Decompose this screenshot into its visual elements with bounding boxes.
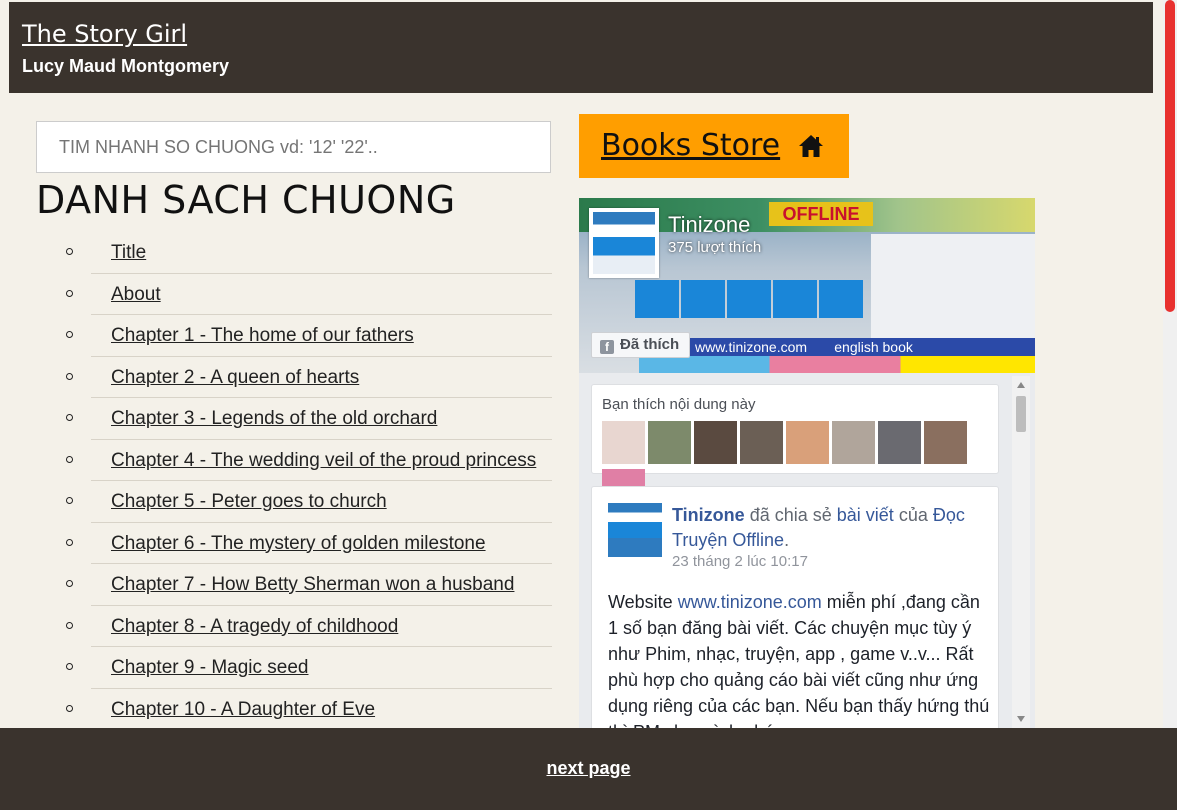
post-author-avatar[interactable] [608,503,662,557]
page-scrollbar[interactable] [1163,0,1177,728]
widget-scrollbar-thumb[interactable] [1016,396,1026,432]
facebook-icon: f [600,340,614,354]
bullet-icon [66,663,73,670]
page-avatar-image [593,212,655,274]
post-body-text: miễn phí ,đang cần 1 số bạn đăng bài viế… [608,592,990,728]
bullet-icon [66,331,73,338]
list-item: Chapter 5 - Peter goes to church [60,481,552,523]
friend-avatar[interactable] [786,421,829,464]
friend-avatar[interactable] [602,421,645,464]
cover-screenshot [871,234,1035,338]
bullet-icon [66,289,73,297]
list-item: Chapter 1 - The home of our fathers [60,315,552,357]
facebook-page-widget: OFFLINE www.tinizone.com english book Ti… [579,198,1035,728]
site-footer: next page [0,728,1177,810]
bullet-icon [66,372,73,380]
book-author: Lucy Maud Montgomery [22,56,230,76]
bullet-icon [66,580,73,587]
cover-tile [727,280,771,318]
friend-avatar[interactable] [924,421,967,464]
chapter-link[interactable]: About [111,284,161,306]
bullet-icon [66,455,73,463]
bullet-icon [66,538,73,546]
list-item: Chapter 6 - The mystery of golden milest… [60,523,552,564]
books-store-button[interactable]: Books Store [579,114,849,178]
chapter-link[interactable]: Title [111,242,146,264]
bullet-icon [66,621,73,629]
chapter-list: Title About Chapter 1 - The home of our … [60,232,552,730]
chapter-link[interactable]: Chapter 7 - How Betty Sherman won a husb… [111,574,514,596]
page-name-link[interactable]: Tinizone [668,212,750,238]
friends-like-box: Bạn thích nội dung này [591,384,999,512]
chapter-link[interactable]: Chapter 9 - Magic seed [111,657,309,679]
chapter-link[interactable]: Chapter 2 - A queen of hearts [111,367,359,389]
friend-avatar[interactable] [694,421,737,464]
scroll-down-arrow-icon[interactable] [1017,716,1025,722]
chapter-link[interactable]: Chapter 3 - Legends of the old orchard [111,408,437,430]
list-item: About [60,274,552,315]
friend-avatar[interactable] [878,421,921,464]
page-like-count: 375 lượt thích [668,239,762,256]
chapter-link[interactable]: Chapter 5 - Peter goes to church [111,491,387,513]
list-item: Chapter 3 - Legends of the old orchard [60,398,552,440]
list-item: Chapter 8 - A tragedy of childhood [60,606,552,647]
list-item: Chapter 9 - Magic seed [60,647,552,689]
bullet-icon [66,414,73,421]
list-item: Chapter 10 - A Daughter of Eve [60,689,552,730]
page-avatar[interactable] [589,208,659,278]
post-of-text: của [898,505,928,525]
chapter-link[interactable]: Chapter 4 - The wedding veil of the prou… [111,450,536,472]
next-page-link[interactable]: next page [0,758,1177,779]
cover-band-text: www.tinizone.com english book [639,338,1035,356]
cover-tile [635,280,679,318]
friends-like-label: Bạn thích nội dung này [602,396,756,413]
post-body: Website www.tinizone.com miễn phí ,đang … [608,589,992,728]
cover-offline-text: OFFLINE [769,202,873,226]
bullet-icon [66,248,73,255]
cover-band-colors [639,356,1035,373]
page-post: Tinizone đã chia sẻ bài viết của Đọc Tru… [591,486,999,728]
post-link[interactable]: bài viết [837,505,894,525]
friend-avatar[interactable] [648,421,691,464]
cover-tiles [635,280,869,326]
post-author-link[interactable]: Tinizone [672,505,745,525]
post-body-link[interactable]: www.tinizone.com [678,592,822,612]
chapter-link[interactable]: Chapter 8 - A tragedy of childhood [111,616,398,638]
cover-tile [773,280,817,318]
page-cover-image[interactable]: OFFLINE www.tinizone.com english book Ti… [579,198,1035,373]
bullet-icon [66,704,73,712]
scroll-up-arrow-icon[interactable] [1017,382,1025,388]
books-store-label[interactable]: Books Store [601,128,780,163]
cover-tile [681,280,725,318]
friend-avatar[interactable] [832,421,875,464]
page-scrollbar-thumb[interactable] [1165,0,1175,312]
post-shared-text: đã chia sẻ [749,505,832,525]
list-item: Title [60,232,552,274]
post-header: Tinizone đã chia sẻ bài viết của Đọc Tru… [672,503,992,553]
chapter-link[interactable]: Chapter 6 - The mystery of golden milest… [111,533,486,555]
list-item: Chapter 2 - A queen of hearts [60,357,552,398]
cover-tile [819,280,863,318]
liked-button[interactable]: f Đã thích [591,332,691,358]
chapter-search-input[interactable] [36,121,551,173]
widget-scrollbar[interactable] [1012,376,1030,728]
friend-avatar[interactable] [740,421,783,464]
bullet-icon [66,497,73,504]
post-timestamp[interactable]: 23 tháng 2 lúc 10:17 [672,553,808,570]
chapter-link[interactable]: Chapter 10 - A Daughter of Eve [111,699,375,721]
list-item: Chapter 4 - The wedding veil of the prou… [60,440,552,481]
book-title-link[interactable]: The Story Girl [22,20,187,48]
home-icon [799,135,823,157]
chapter-list-heading: DANH SACH CHUONG [36,178,456,222]
post-period: . [784,530,790,550]
post-body-prefix: Website [608,592,673,612]
site-header: The Story Girl Lucy Maud Montgomery [9,2,1153,93]
liked-label: Đã thích [620,336,680,353]
list-item: Chapter 7 - How Betty Sherman won a husb… [60,564,552,606]
chapter-link[interactable]: Chapter 1 - The home of our fathers [111,325,414,347]
